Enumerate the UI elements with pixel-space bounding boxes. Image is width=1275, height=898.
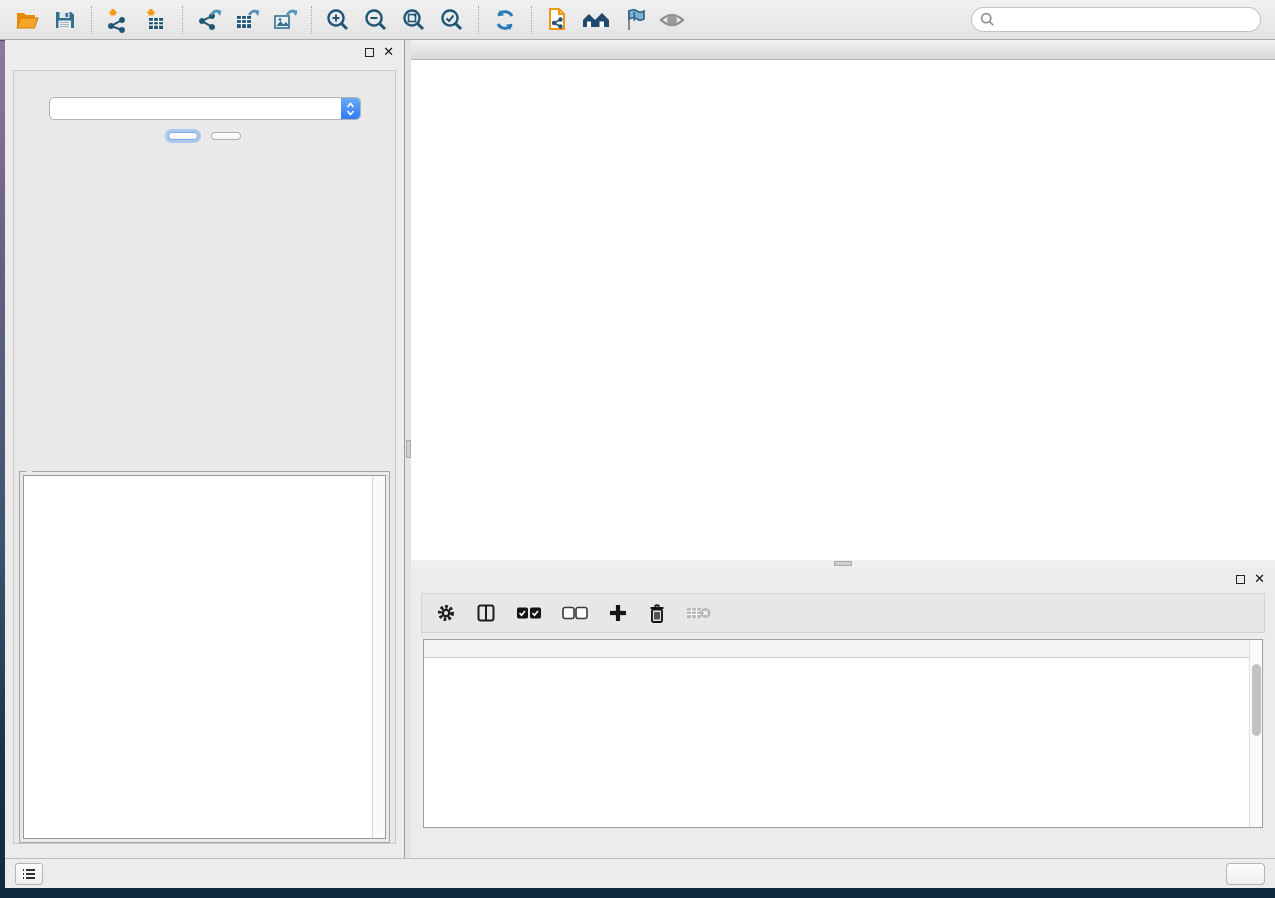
memory-status-icon bbox=[1237, 868, 1248, 879]
table-toolbar bbox=[421, 593, 1265, 633]
network-graph[interactable] bbox=[411, 60, 1275, 560]
status-bar bbox=[5, 858, 1275, 888]
export-image-icon bbox=[271, 7, 299, 33]
mcds-result-groupbox bbox=[19, 471, 390, 843]
show-columns-button[interactable] bbox=[476, 603, 496, 623]
deselect-all-rows-button[interactable] bbox=[562, 606, 588, 620]
table-panel-titlebar: ✕ bbox=[411, 567, 1275, 591]
select-stepper-icon bbox=[341, 98, 360, 119]
show-networks-button[interactable] bbox=[577, 4, 615, 36]
toolbar-separator bbox=[311, 6, 312, 34]
minimize-window-icon[interactable] bbox=[439, 44, 451, 56]
table-panel: ✕ bbox=[411, 567, 1275, 858]
zoom-in-button[interactable] bbox=[319, 4, 357, 36]
search-icon bbox=[980, 12, 995, 27]
close-window-icon[interactable] bbox=[419, 44, 431, 56]
zoom-fit-button[interactable] bbox=[395, 4, 433, 36]
export-image-button[interactable] bbox=[266, 4, 304, 36]
cytoscape-app-window: ✕ bbox=[0, 0, 1275, 888]
close-panel-icon[interactable]: ✕ bbox=[1254, 574, 1265, 584]
network-window-titlebar bbox=[411, 40, 1275, 60]
deselect-checks-icon bbox=[562, 606, 588, 620]
horizontal-splitter[interactable] bbox=[411, 560, 1275, 567]
optimization-criterion-select[interactable] bbox=[49, 97, 361, 120]
memory-button[interactable] bbox=[1226, 863, 1265, 885]
open-folder-icon bbox=[14, 8, 40, 32]
export-network-icon bbox=[195, 7, 223, 33]
mcds-tab-content bbox=[13, 70, 396, 844]
select-all-rows-button[interactable] bbox=[516, 606, 542, 620]
eye-icon bbox=[658, 8, 686, 32]
home-networks-icon bbox=[581, 8, 611, 32]
float-panel-icon[interactable] bbox=[1236, 575, 1245, 584]
network-from-document-button[interactable] bbox=[539, 4, 577, 36]
control-panel: ✕ bbox=[5, 40, 404, 858]
desktop-wallpaper: ✕ bbox=[0, 0, 1275, 898]
zoom-out-button[interactable] bbox=[357, 4, 395, 36]
refresh-icon bbox=[492, 7, 518, 33]
mcds-result-list[interactable] bbox=[23, 475, 386, 839]
columns-icon bbox=[476, 603, 496, 623]
export-table-button[interactable] bbox=[228, 4, 266, 36]
create-column-button[interactable] bbox=[608, 603, 628, 623]
main-content-row: ✕ bbox=[5, 40, 1275, 858]
vertical-splitter[interactable] bbox=[404, 40, 411, 858]
save-session-button[interactable] bbox=[46, 4, 84, 36]
show-graphics-details-button[interactable] bbox=[653, 4, 691, 36]
toolbar-separator bbox=[531, 6, 532, 34]
maximize-window-icon[interactable] bbox=[459, 44, 471, 56]
task-list-icon bbox=[22, 868, 36, 880]
open-file-button[interactable] bbox=[8, 4, 46, 36]
delete-table-icon bbox=[686, 605, 712, 621]
zoom-out-icon bbox=[363, 7, 389, 33]
import-table-button[interactable] bbox=[137, 4, 175, 36]
search-field-container bbox=[971, 7, 1261, 32]
network-view-canvas[interactable] bbox=[411, 60, 1275, 560]
export-network-button[interactable] bbox=[190, 4, 228, 36]
import-table-icon bbox=[143, 7, 169, 33]
close-panel-button[interactable] bbox=[211, 132, 241, 140]
flag-annotations-button[interactable] bbox=[615, 4, 653, 36]
share-document-icon bbox=[545, 6, 571, 34]
delete-column-button[interactable] bbox=[648, 603, 666, 624]
apply-layout-button[interactable] bbox=[486, 4, 524, 36]
settings-gear-icon bbox=[436, 603, 456, 623]
table-settings-button[interactable] bbox=[436, 603, 456, 623]
control-panel-titlebar: ✕ bbox=[5, 40, 404, 64]
show-console-button[interactable] bbox=[15, 863, 43, 885]
export-table-icon bbox=[233, 7, 261, 33]
network-and-table-column: ✕ bbox=[411, 40, 1275, 858]
run-mcds-button[interactable] bbox=[168, 132, 198, 140]
delete-trash-icon bbox=[648, 603, 666, 624]
toolbar-separator bbox=[91, 6, 92, 34]
zoom-selected-icon bbox=[439, 7, 465, 33]
close-panel-icon[interactable]: ✕ bbox=[383, 47, 394, 57]
delete-table-button[interactable] bbox=[686, 605, 712, 621]
save-icon bbox=[53, 8, 77, 32]
table-panel-tabbar bbox=[411, 828, 1275, 858]
import-network-icon bbox=[105, 7, 131, 33]
toolbar-separator bbox=[478, 6, 479, 34]
float-panel-icon[interactable] bbox=[365, 48, 374, 57]
result-list-scrollbar[interactable] bbox=[372, 476, 385, 838]
flag-icon bbox=[621, 7, 647, 33]
toolbar-separator bbox=[182, 6, 183, 34]
splitter-grip[interactable] bbox=[834, 561, 852, 566]
add-icon bbox=[608, 603, 628, 623]
scrollbar-thumb[interactable] bbox=[1252, 664, 1261, 736]
zoom-fit-icon bbox=[401, 7, 427, 33]
node-table bbox=[423, 639, 1263, 828]
zoom-in-icon bbox=[325, 7, 351, 33]
select-all-checks-icon bbox=[516, 606, 542, 620]
main-toolbar bbox=[0, 0, 1275, 40]
import-network-button[interactable] bbox=[99, 4, 137, 36]
zoom-selected-button[interactable] bbox=[433, 4, 471, 36]
table-header-row bbox=[424, 640, 1262, 658]
search-input[interactable] bbox=[1000, 13, 1252, 27]
table-scrollbar[interactable] bbox=[1249, 640, 1262, 827]
